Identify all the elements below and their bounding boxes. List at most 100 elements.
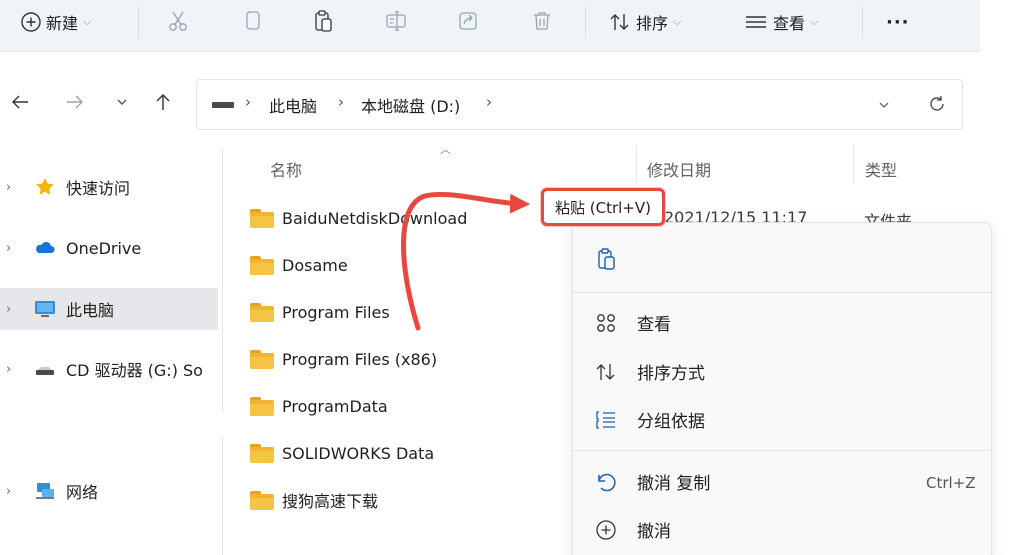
column-divider[interactable]	[636, 145, 637, 183]
expand-chevron-icon[interactable]: ›	[6, 362, 11, 377]
toolbar-divider	[585, 6, 586, 38]
folder-icon	[250, 255, 274, 275]
view-button-label: 查看	[773, 14, 806, 33]
folder-icon	[250, 396, 274, 416]
breadcrumb-separator: ›	[486, 93, 492, 111]
share-icon[interactable]	[456, 9, 480, 33]
file-name: Program Files (x86)	[282, 349, 438, 369]
address-bar[interactable]: › 此电脑 › 本地磁盘 (D:) ›	[196, 79, 963, 130]
toolbar-divider	[138, 6, 139, 38]
context-menu-item-view[interactable]: 查看	[594, 307, 671, 339]
context-paste-button[interactable]	[580, 236, 632, 282]
paste-icon[interactable]	[312, 9, 336, 33]
network-icon	[36, 483, 54, 499]
nav-item-label: 快速访问	[66, 179, 131, 198]
undo-icon	[598, 473, 616, 492]
breadcrumb-separator: ›	[338, 93, 344, 111]
sort-button[interactable]: 排序 ⌵	[608, 0, 681, 44]
forward-arrow-icon[interactable]	[63, 90, 87, 114]
command-bar: 新建 ⌵ 排序 ⌵ 查看 ⌵ ···	[0, 0, 980, 52]
file-name: 搜狗高速下载	[282, 492, 379, 511]
nav-item-network[interactable]: › 网络	[0, 470, 218, 512]
menu-item-label: 撤消	[637, 522, 671, 542]
chevron-down-icon: ⌵	[810, 15, 819, 28]
file-name: Program Files	[282, 302, 390, 322]
sort-ascending-indicator-icon: ︿	[440, 143, 451, 156]
file-row[interactable]: Program Files	[250, 297, 390, 327]
more-options-button[interactable]: ···	[886, 0, 910, 44]
nav-item-cd-drive[interactable]: › CD 驱动器 (G:) So	[0, 348, 218, 390]
recent-locations-chevron-icon[interactable]	[110, 90, 134, 114]
nav-item-label: 网络	[66, 483, 99, 502]
computer-icon	[35, 301, 55, 317]
folder-icon	[250, 490, 274, 510]
context-menu-item-sort-by[interactable]: 排序方式	[594, 356, 705, 388]
file-name: BaiduNetdiskDownload	[282, 208, 468, 228]
file-row[interactable]: 搜狗高速下载	[250, 485, 378, 515]
nav-item-label: 此电脑	[66, 301, 115, 320]
new-button[interactable]: 新建 ⌵	[20, 0, 91, 44]
menu-item-label: 查看	[637, 315, 671, 335]
chevron-down-icon: ⌵	[673, 15, 682, 28]
breadcrumb-this-pc[interactable]: 此电脑	[269, 93, 317, 117]
file-row[interactable]: SOLIDWORKS Data	[250, 438, 434, 468]
menu-separator	[572, 292, 992, 293]
star-icon	[36, 178, 54, 195]
cloud-icon	[36, 241, 55, 253]
chevron-down-icon: ⌵	[83, 15, 92, 28]
file-row[interactable]: ProgramData	[250, 391, 388, 421]
menu-item-label: 分组依据	[637, 412, 705, 432]
menu-item-label: 排序方式	[637, 364, 705, 384]
file-name: Dosame	[282, 255, 348, 275]
pane-divider[interactable]	[222, 148, 223, 413]
column-divider[interactable]	[853, 145, 854, 183]
nav-item-this-pc[interactable]: › 此电脑	[0, 288, 218, 330]
delete-icon[interactable]	[530, 9, 554, 33]
expand-chevron-icon[interactable]: ›	[6, 302, 11, 317]
file-row[interactable]: Dosame	[250, 250, 348, 280]
expand-chevron-icon[interactable]: ›	[6, 180, 11, 195]
nav-item-label: OneDrive	[66, 238, 142, 258]
expand-chevron-icon[interactable]: ›	[6, 241, 11, 256]
column-header-name[interactable]: 名称	[270, 157, 302, 181]
add-circle-icon	[21, 12, 41, 32]
menu-separator	[572, 450, 992, 451]
list-view-icon	[746, 16, 766, 28]
paste-tooltip: 粘贴 (Ctrl+V)	[541, 188, 665, 226]
cut-icon[interactable]	[166, 9, 190, 33]
add-circle-icon	[596, 520, 616, 540]
context-menu	[572, 222, 992, 555]
breadcrumb-local-disk-d[interactable]: 本地磁盘 (D:)	[361, 93, 460, 117]
rename-icon[interactable]	[384, 9, 408, 33]
folder-icon	[250, 443, 274, 463]
column-header-type[interactable]: 类型	[865, 157, 897, 181]
expand-chevron-icon[interactable]: ›	[6, 484, 11, 499]
file-row[interactable]: Program Files (x86)	[250, 344, 437, 374]
column-header-date-modified[interactable]: 修改日期	[647, 157, 711, 181]
address-dropdown-icon[interactable]	[873, 94, 895, 116]
pane-divider[interactable]	[222, 437, 223, 555]
context-menu-item-undo-copy[interactable]: 撤消 复制	[594, 466, 710, 498]
cd-drive-icon	[36, 367, 54, 375]
copy-icon[interactable]	[241, 9, 265, 33]
menu-item-shortcut: Ctrl+Z	[926, 474, 976, 492]
nav-item-quick-access[interactable]: › 快速访问	[0, 166, 218, 208]
back-arrow-icon[interactable]	[8, 90, 32, 114]
grid-view-icon	[597, 314, 615, 332]
toolbar-divider	[862, 6, 863, 38]
refresh-icon[interactable]	[925, 92, 949, 116]
context-menu-item-group-by[interactable]: 分组依据	[594, 404, 705, 436]
file-name: ProgramData	[282, 396, 388, 416]
menu-item-label: 撤消 复制	[637, 474, 711, 494]
context-menu-item-undo[interactable]: 撤消	[594, 514, 671, 546]
new-button-label: 新建	[46, 14, 79, 33]
up-arrow-icon[interactable]	[151, 90, 175, 114]
file-row[interactable]: BaiduNetdiskDownload	[250, 203, 467, 233]
file-name: SOLIDWORKS Data	[282, 443, 435, 463]
view-button[interactable]: 查看 ⌵	[743, 0, 818, 44]
folder-icon	[250, 349, 274, 369]
sort-icon	[610, 14, 629, 30]
nav-item-onedrive[interactable]: › OneDrive	[0, 227, 218, 269]
paste-icon	[598, 248, 615, 270]
breadcrumb-separator: ›	[245, 93, 251, 111]
